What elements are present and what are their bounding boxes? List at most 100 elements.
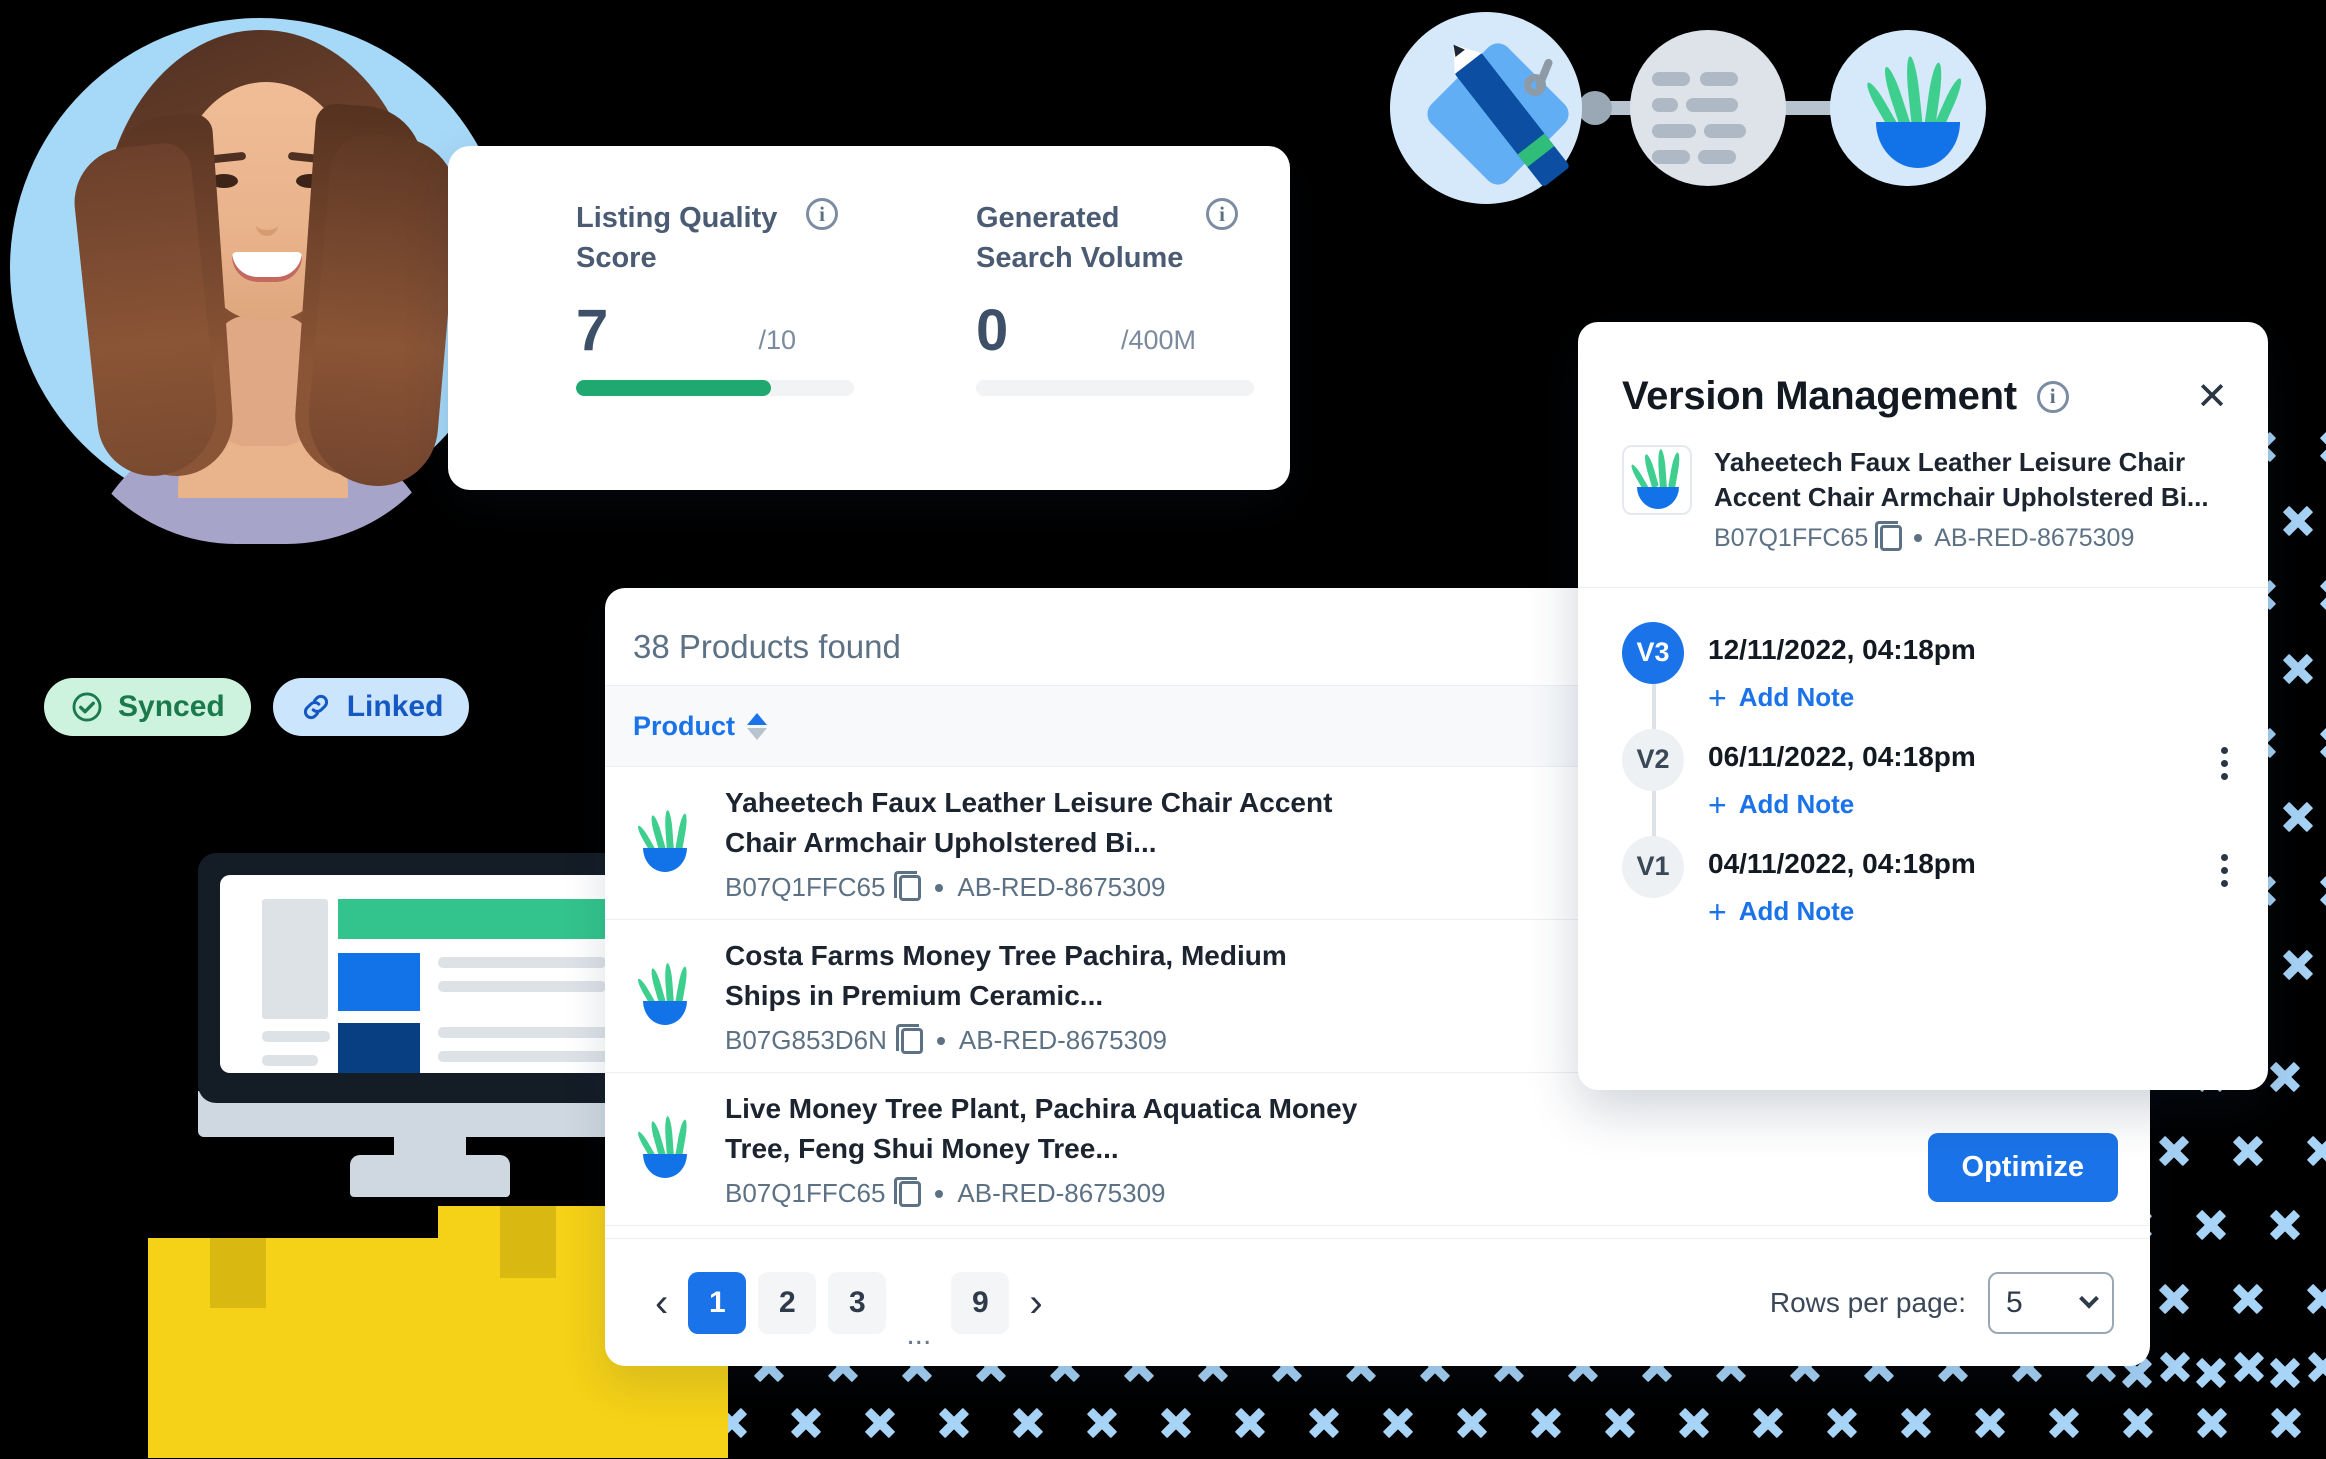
product-sku: AB-RED-8675309 (957, 872, 1166, 903)
x-mark-icon (2281, 652, 2315, 686)
add-note-button[interactable]: + Add Note (1708, 789, 1976, 821)
metric-listing-quality-score: Listing Quality Score i 7 /10 (448, 198, 854, 397)
status-badge-synced[interactable]: Synced (44, 678, 251, 736)
plant-icon (633, 962, 695, 1027)
x-mark-icon (1529, 1406, 1563, 1440)
metric-title: Listing Quality Score (576, 202, 778, 275)
x-mark-icon (2047, 1406, 2081, 1440)
doc-line-4 (1686, 98, 1738, 112)
monitor-stand-base (350, 1155, 510, 1197)
status-badge-linked[interactable]: Linked (272, 678, 470, 736)
version-date: 06/11/2022, 04:18pm (1708, 740, 1976, 772)
meta-separator-dot (1914, 534, 1923, 543)
product-title: Live Money Tree Plant, Pachira Aquatica … (725, 1092, 1358, 1164)
info-icon[interactable]: i (1206, 198, 1238, 230)
plant-pot (643, 1001, 687, 1025)
screen-body-line-1 (438, 957, 606, 968)
metrics-row: Listing Quality Score i 7 /10 Generated … (448, 146, 1290, 397)
add-note-button[interactable]: + Add Note (1708, 682, 1976, 714)
info-icon[interactable]: i (806, 198, 838, 230)
copy-icon[interactable] (894, 1176, 922, 1207)
plus-icon: + (1708, 893, 1727, 930)
column-header-product[interactable]: Product (633, 711, 735, 742)
metric-value: 0 (976, 298, 1009, 364)
version-panel-header: Version Management i ✕ (1578, 322, 2268, 419)
version-panel-product: Yaheetech Faux Leather Leisure Chair Acc… (1578, 419, 2268, 588)
copy-icon[interactable] (1875, 521, 1903, 552)
x-mark-icon (1085, 1406, 1119, 1440)
page-button-2[interactable]: 2 (758, 1271, 817, 1334)
user-avatar-photo (56, 0, 466, 544)
add-note-label: Add Note (1738, 896, 1855, 927)
more-vertical-icon[interactable] (2221, 746, 2228, 780)
metric-progress-fill (576, 380, 771, 397)
sort-arrows-icon[interactable] (747, 712, 768, 740)
rows-per-page-select[interactable]: 5 (1988, 1271, 2114, 1334)
optimize-row: Optimize (1927, 1133, 2118, 1202)
add-note-label: Add Note (1738, 682, 1855, 713)
monitor-screen (220, 875, 636, 1073)
plant-leaf-3 (675, 1118, 689, 1158)
x-pattern-row (2281, 652, 2326, 686)
version-item-v3: V3 12/11/2022, 04:18pm + Add Note (1622, 621, 2228, 791)
screen-sidebar-block (262, 899, 328, 1019)
plant-pot (643, 1154, 687, 1178)
version-badge[interactable]: V2 (1622, 728, 1684, 791)
x-mark-icon (1381, 1406, 1415, 1440)
version-badge[interactable]: V3 (1622, 621, 1684, 684)
page-button-1[interactable]: 1 (688, 1271, 747, 1334)
product-meta: B07Q1FFC65 AB-RED-8675309 (1714, 521, 2228, 553)
chevron-down-icon (2079, 1288, 2099, 1309)
page-button-3[interactable]: 3 (828, 1271, 887, 1334)
check-circle-icon (72, 692, 102, 722)
add-note-button[interactable]: + Add Note (1708, 896, 1976, 928)
version-badge[interactable]: V1 (1622, 835, 1684, 898)
doc-line-3 (1652, 98, 1678, 112)
screen-green-banner (338, 899, 628, 939)
product-sku: AB-RED-8675309 (1934, 523, 2135, 552)
document-lines-icon (1630, 30, 1786, 186)
metric-generated-search-volume: Generated Search Volume i 0 /400M (848, 198, 1254, 397)
more-vertical-icon[interactable] (2221, 853, 2228, 887)
info-icon[interactable]: i (2036, 380, 2069, 413)
copy-icon[interactable] (895, 1023, 923, 1054)
version-details: 06/11/2022, 04:18pm + Add Note (1708, 729, 1976, 836)
chevron-right-icon[interactable]: › (1015, 1283, 1056, 1323)
close-icon[interactable]: ✕ (2196, 378, 2228, 416)
x-mark-icon (2318, 430, 2326, 464)
x-mark-icon (2281, 504, 2315, 538)
table-cell-product: Yaheetech Faux Leather Leisure Chair Acc… (725, 783, 1365, 904)
version-management-panel: Version Management i ✕ Yaheetech Faux Le… (1578, 322, 2268, 1090)
copy-icon[interactable] (894, 870, 922, 901)
monitor-frame (198, 853, 658, 1103)
screen-body-line-2 (438, 981, 606, 992)
plus-icon: + (1708, 786, 1727, 823)
product-asin: B07G853D6N (725, 1025, 887, 1056)
x-mark-icon (1751, 1406, 1785, 1440)
metric-value: 7 (576, 298, 609, 364)
product-title: Yaheetech Faux Leather Leisure Chair Acc… (725, 786, 1333, 858)
x-mark-icon (2195, 1406, 2229, 1440)
x-mark-icon (2305, 1134, 2326, 1168)
box-left-tape (210, 1238, 266, 1308)
x-mark-icon (2268, 1060, 2302, 1094)
optimize-button[interactable]: Optimize (1927, 1133, 2118, 1202)
doc-line-7 (1652, 150, 1690, 164)
tag-hole (1524, 74, 1546, 96)
x-mark-icon (2318, 874, 2326, 908)
page-button-last[interactable]: 9 (951, 1271, 1010, 1334)
link-icon (303, 694, 328, 720)
x-mark-icon (1677, 1406, 1711, 1440)
chevron-left-icon[interactable]: ‹ (641, 1283, 682, 1323)
table-row[interactable]: Live Money Tree Plant, Pachira Aquatica … (605, 1073, 2150, 1226)
x-mark-icon (2157, 1282, 2191, 1316)
plant-icon (633, 809, 695, 874)
x-mark-icon (2281, 948, 2315, 982)
product-meta: B07G853D6N AB-RED-8675309 (725, 1023, 1365, 1056)
x-mark-icon (2231, 1282, 2265, 1316)
x-mark-icon (1233, 1406, 1267, 1440)
x-mark-icon (2318, 726, 2326, 760)
pagination-bar: ‹ 1 2 3 ... 9 › Rows per page: 5 (605, 1238, 2150, 1366)
metric-max: /400M (1120, 325, 1196, 356)
product-title: Yaheetech Faux Leather Leisure Chair Acc… (1714, 447, 2209, 513)
